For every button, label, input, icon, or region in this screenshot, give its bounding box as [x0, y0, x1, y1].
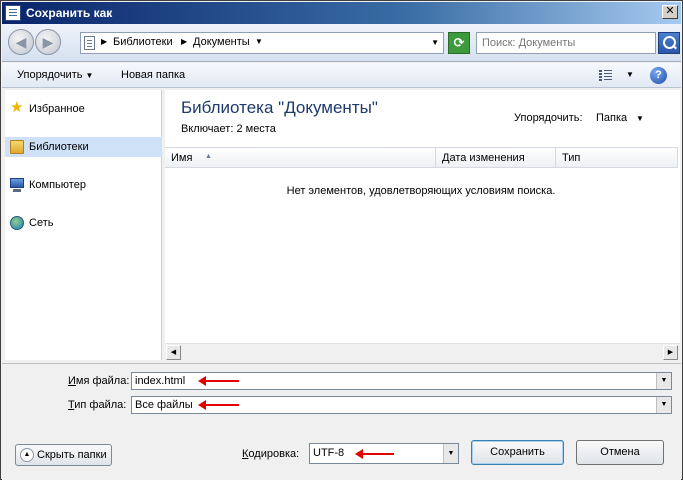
- save-form: Имя файла: index.html ▼ Тип файла: Все ф…: [2, 363, 681, 480]
- file-list-pane: Библиотека "Документы" Включает: 2 места…: [165, 90, 680, 360]
- chevron-up-icon: ▲: [20, 448, 34, 462]
- cancel-button[interactable]: Отмена: [576, 440, 664, 465]
- column-header-type[interactable]: Тип: [556, 147, 678, 168]
- library-icon: [10, 140, 24, 154]
- encoding-value[interactable]: UTF-8: [313, 447, 344, 459]
- horizontal-scrollbar[interactable]: ◀ ▶: [165, 343, 680, 360]
- column-header-date[interactable]: Дата изменения: [436, 147, 556, 168]
- filename-label-text: мя файла:: [75, 375, 130, 387]
- filetype-label: Тип файла:: [68, 399, 126, 411]
- annotation-arrow: [355, 449, 394, 459]
- new-folder-button[interactable]: Новая папка: [121, 69, 185, 81]
- organize-label: Упорядочить: [17, 69, 83, 81]
- help-icon[interactable]: ?: [650, 67, 667, 84]
- column-label: Тип: [562, 152, 581, 164]
- sidebar-item-network[interactable]: Сеть: [5, 213, 162, 233]
- refresh-button[interactable]: ⟳: [448, 32, 470, 54]
- breadcrumb[interactable]: ▶ Библиотеки ▶ Документы ▼ ▼: [80, 32, 444, 54]
- chevron-down-icon[interactable]: ▼: [431, 38, 439, 47]
- encoding-label: Кодировка:: [242, 448, 299, 460]
- navigation-pane: ★ Избранное Библиотеки Компьютер Сеть: [5, 90, 162, 360]
- scroll-left-icon[interactable]: ◀: [166, 345, 181, 360]
- breadcrumb-libraries[interactable]: Библиотеки: [113, 36, 173, 48]
- title-bar: Сохранить как ✕: [2, 2, 681, 24]
- annotation-arrow: [198, 376, 239, 386]
- window-title: Сохранить как: [26, 6, 113, 20]
- sidebar-item-label: Библиотеки: [29, 141, 89, 153]
- encoding-label-text: одировка:: [248, 448, 300, 460]
- computer-icon: [10, 178, 24, 192]
- save-as-dialog: Сохранить как ✕ ◀ ▶ ▶ Библиотеки ▶ Докум…: [0, 0, 683, 480]
- sidebar-item-libraries[interactable]: Библиотеки: [5, 137, 162, 157]
- sidebar-item-favorites[interactable]: ★ Избранное: [5, 99, 162, 119]
- address-bar: ◀ ▶ ▶ Библиотеки ▶ Документы ▼ ▼ ⟳: [2, 24, 681, 62]
- sidebar-item-label: Компьютер: [29, 179, 86, 191]
- sidebar-item-computer[interactable]: Компьютер: [5, 175, 162, 195]
- search-input[interactable]: [482, 34, 652, 52]
- scroll-right-icon[interactable]: ▶: [663, 345, 678, 360]
- empty-message: Нет элементов, удовлетворяющих условиям …: [286, 185, 556, 197]
- filetype-value[interactable]: Все файлы: [135, 399, 193, 411]
- chevron-down-icon[interactable]: ▼: [656, 373, 671, 389]
- sidebar-item-label: Избранное: [29, 103, 85, 115]
- breadcrumb-arrow-icon[interactable]: ▼: [255, 37, 263, 46]
- filename-label-accelerator: И: [68, 375, 76, 387]
- notepad-icon: [5, 5, 21, 21]
- chevron-down-icon: ▼: [85, 71, 94, 80]
- save-button[interactable]: Сохранить: [471, 440, 564, 465]
- arrange-by-value[interactable]: Папка: [596, 112, 627, 124]
- hide-folders-label: Скрыть папки: [37, 449, 107, 461]
- command-bar: Упорядочить ▼ Новая папка ▼ ?: [2, 63, 681, 88]
- sort-ascending-icon: ▲: [205, 153, 212, 160]
- filetype-label-text: ип файла:: [74, 399, 127, 411]
- column-label: Имя: [171, 152, 193, 164]
- forward-button[interactable]: ▶: [35, 29, 61, 55]
- chevron-down-icon[interactable]: ▼: [656, 397, 671, 413]
- chevron-down-icon[interactable]: ▼: [636, 114, 644, 123]
- column-label: Дата изменения: [442, 152, 525, 164]
- hide-folders-button[interactable]: ▲ Скрыть папки: [15, 444, 112, 466]
- breadcrumb-arrow-icon[interactable]: ▶: [101, 37, 107, 46]
- sidebar-item-label: Сеть: [29, 217, 54, 229]
- chevron-down-icon[interactable]: ▼: [626, 70, 634, 79]
- filename-label: Имя файла:: [68, 375, 129, 387]
- search-box[interactable]: [476, 32, 656, 54]
- document-icon: [84, 36, 95, 50]
- arrange-by-label: Упорядочить:: [514, 112, 583, 124]
- breadcrumb-documents[interactable]: Документы: [193, 36, 250, 48]
- view-list-icon[interactable]: [599, 69, 613, 81]
- breadcrumb-arrow-icon[interactable]: ▶: [181, 37, 187, 46]
- library-locations[interactable]: Включает: 2 места: [181, 123, 276, 135]
- annotation-arrow: [198, 400, 239, 410]
- filename-value[interactable]: index.html: [135, 375, 185, 387]
- back-button[interactable]: ◀: [8, 29, 34, 55]
- close-button[interactable]: ✕: [662, 5, 678, 19]
- search-icon[interactable]: [658, 32, 680, 54]
- page-title: Библиотека "Документы": [181, 98, 378, 117]
- organize-menu[interactable]: Упорядочить ▼: [17, 69, 93, 81]
- network-icon: [10, 216, 24, 230]
- chevron-down-icon[interactable]: ▼: [443, 444, 458, 463]
- star-icon: ★: [10, 99, 24, 116]
